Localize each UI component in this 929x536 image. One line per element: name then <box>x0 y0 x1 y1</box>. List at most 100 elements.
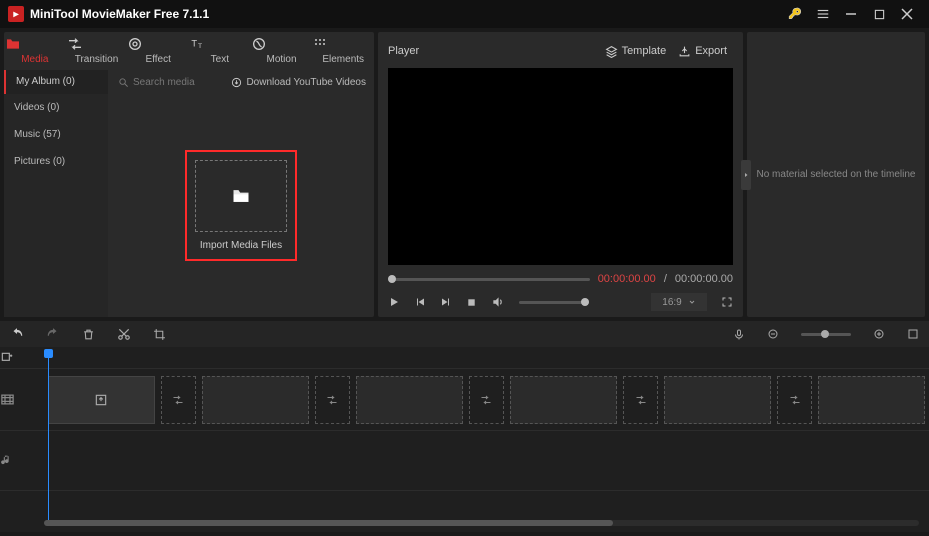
zoom-slider[interactable] <box>801 333 851 336</box>
album-tab[interactable]: My Album (0) <box>4 70 108 94</box>
tab-label: Motion <box>267 54 297 65</box>
media-sidelist: Videos (0) Music (57) Pictures (0) <box>4 94 108 317</box>
video-track[interactable] <box>44 370 929 430</box>
app-logo: ▸ <box>8 6 24 22</box>
time-current: 00:00:00.00 <box>598 273 656 285</box>
add-track-button[interactable] <box>0 351 44 365</box>
undo-button[interactable] <box>10 327 24 341</box>
player-title: Player <box>388 45 599 57</box>
key-icon[interactable] <box>781 1 809 27</box>
folder-icon <box>230 186 252 206</box>
clip-slot[interactable] <box>664 376 771 424</box>
cut-button[interactable] <box>117 327 131 341</box>
tab-motion[interactable]: Motion <box>251 36 313 65</box>
properties-message: No material selected on the timeline <box>757 169 916 180</box>
prev-button[interactable] <box>414 296 426 308</box>
import-media-button[interactable] <box>195 160 287 232</box>
playhead[interactable] <box>48 351 49 521</box>
clip-slot[interactable] <box>202 376 309 424</box>
ratio-label: 16:9 <box>662 297 681 308</box>
sidelist-music[interactable]: Music (57) <box>4 121 108 148</box>
crop-button[interactable] <box>153 328 166 341</box>
titlebar: ▸ MiniTool MovieMaker Free 7.1.1 <box>0 0 929 28</box>
timeline-scrollbar[interactable] <box>44 520 919 526</box>
transition-slot[interactable] <box>777 376 813 424</box>
main-tabs: Media Transition Effect TT Text Motion E… <box>4 32 374 70</box>
volume-button[interactable] <box>491 295 505 309</box>
maximize-button[interactable] <box>865 1 893 27</box>
aspect-ratio-select[interactable]: 16:9 <box>651 293 707 311</box>
transition-slot[interactable] <box>623 376 659 424</box>
template-icon <box>605 45 618 58</box>
video-preview[interactable] <box>388 68 733 265</box>
next-button[interactable] <box>440 296 452 308</box>
menu-icon[interactable] <box>809 1 837 27</box>
template-button[interactable]: Template <box>599 45 673 58</box>
transition-slot[interactable] <box>469 376 505 424</box>
volume-slider[interactable] <box>519 301 589 304</box>
delete-button[interactable] <box>82 328 95 341</box>
download-icon <box>231 77 242 88</box>
app-title: MiniTool MovieMaker Free 7.1.1 <box>30 7 781 21</box>
chevron-right-icon <box>743 170 749 180</box>
timeline-toolbar <box>0 321 929 347</box>
tab-transition[interactable]: Transition <box>66 36 128 65</box>
redo-button[interactable] <box>46 327 60 341</box>
elements-icon <box>312 36 374 52</box>
template-label: Template <box>622 45 667 57</box>
tab-text[interactable]: TT Text <box>189 36 251 65</box>
video-track-icon <box>0 392 44 407</box>
media-panel: Media Transition Effect TT Text Motion E… <box>4 32 374 317</box>
fit-button[interactable] <box>907 328 919 340</box>
play-button[interactable] <box>388 296 400 308</box>
tab-effect[interactable]: Effect <box>127 36 189 65</box>
download-youtube-button[interactable]: Download YouTube Videos <box>223 77 374 88</box>
transition-icon <box>66 36 128 52</box>
minimize-button[interactable] <box>837 1 865 27</box>
import-highlight: Import Media Files <box>185 150 297 261</box>
clip-slot[interactable] <box>510 376 617 424</box>
tab-media[interactable]: Media <box>4 36 66 65</box>
fullscreen-button[interactable] <box>721 296 733 308</box>
mic-icon[interactable] <box>733 328 745 341</box>
clip-slot[interactable] <box>48 376 155 424</box>
tab-label: Media <box>21 54 48 65</box>
sidelist-videos[interactable]: Videos (0) <box>4 94 108 121</box>
timeline <box>0 347 929 532</box>
clip-slot[interactable] <box>356 376 463 424</box>
tab-label: Effect <box>145 54 170 65</box>
zoom-out-button[interactable] <box>767 328 779 340</box>
audio-track-icon <box>0 453 44 468</box>
zoom-in-button[interactable] <box>873 328 885 340</box>
clip-slot[interactable] <box>818 376 925 424</box>
transition-slot[interactable] <box>315 376 351 424</box>
search-icon <box>118 77 129 88</box>
search-input[interactable]: Search media <box>108 77 223 88</box>
effect-icon <box>127 36 189 52</box>
export-label: Export <box>695 45 727 57</box>
player-panel: Player Template Export 00:00:00.00 / 00:… <box>378 32 743 317</box>
import-area: Import Media Files <box>108 94 374 317</box>
import-label: Import Media Files <box>195 240 287 251</box>
svg-text:T: T <box>191 39 197 49</box>
media-subbar: My Album (0) Search media Download YouTu… <box>4 70 374 94</box>
chevron-down-icon <box>688 298 696 306</box>
close-button[interactable] <box>893 1 921 27</box>
tab-label: Elements <box>322 54 364 65</box>
stop-button[interactable] <box>466 297 477 308</box>
properties-panel: No material selected on the timeline <box>747 32 925 317</box>
collapse-properties-button[interactable] <box>741 160 751 190</box>
seek-bar[interactable] <box>388 278 590 281</box>
download-label: Download YouTube Videos <box>246 77 366 88</box>
export-button[interactable]: Export <box>672 45 733 58</box>
text-icon: TT <box>189 36 251 52</box>
motion-icon <box>251 36 313 52</box>
export-icon <box>678 45 691 58</box>
sidelist-pictures[interactable]: Pictures (0) <box>4 148 108 175</box>
tab-elements[interactable]: Elements <box>312 36 374 65</box>
folder-icon <box>4 36 66 52</box>
tab-label: Transition <box>75 54 119 65</box>
transition-slot[interactable] <box>161 376 197 424</box>
time-duration: 00:00:00.00 <box>675 273 733 285</box>
time-sep: / <box>664 273 667 285</box>
